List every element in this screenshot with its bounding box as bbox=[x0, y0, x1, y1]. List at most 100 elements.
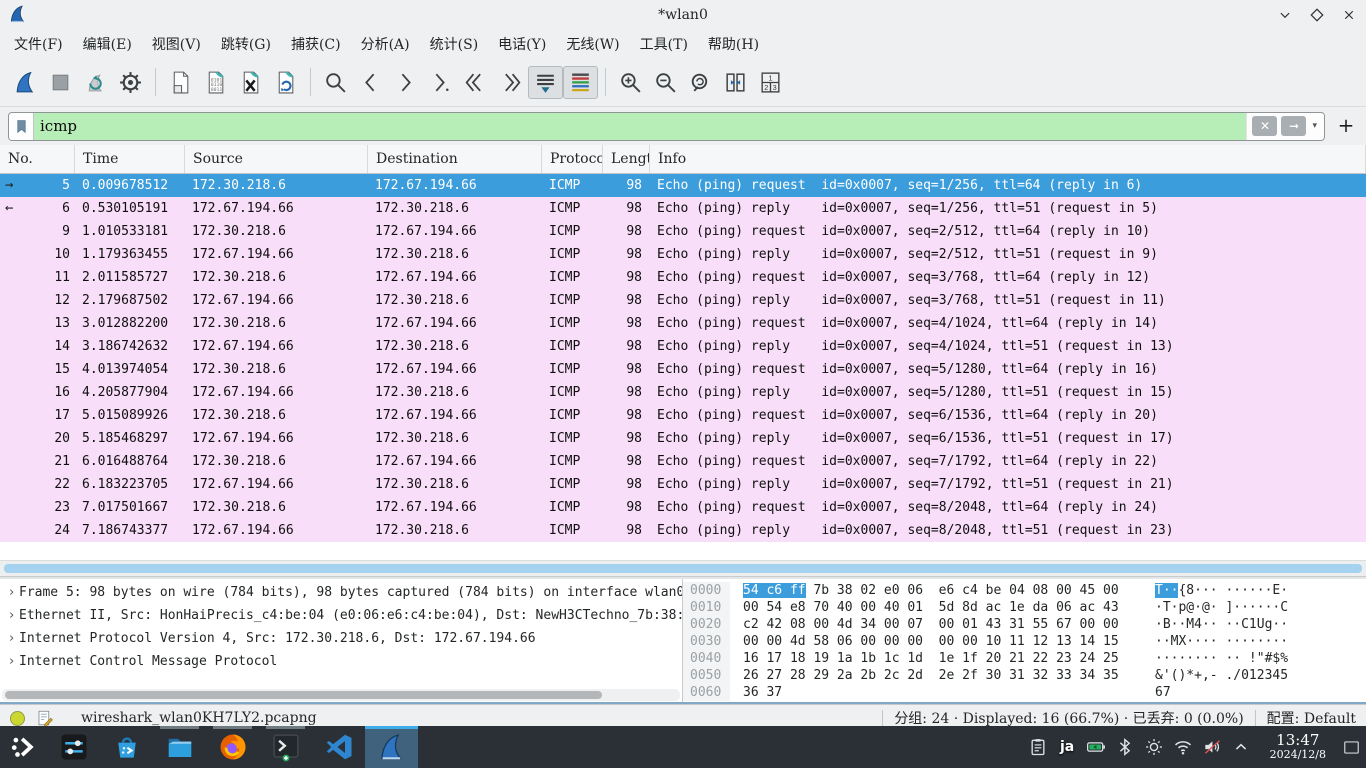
filter-bookmark-icon[interactable] bbox=[9, 113, 34, 140]
hex-bytes[interactable]: 26 27 28 29 2a 2b 2c 2d 2e 2f 30 31 32 3… bbox=[743, 667, 1131, 684]
system-settings-button[interactable] bbox=[47, 726, 100, 768]
hex-ascii[interactable]: T··{8··· ······E· bbox=[1155, 582, 1288, 599]
hex-ascii[interactable]: ·B··M4·· ··C1Ug·· bbox=[1155, 616, 1288, 633]
expander-icon[interactable]: › bbox=[4, 627, 19, 650]
hex-row[interactable]: 004016 17 18 19 1a 1b 1c 1d 1e 1f 20 21 … bbox=[683, 650, 1366, 667]
close-button[interactable] bbox=[1340, 6, 1358, 24]
hex-row[interactable]: 005026 27 28 29 2a 2b 2c 2d 2e 2f 30 31 … bbox=[683, 667, 1366, 684]
go-back-button[interactable] bbox=[353, 66, 388, 99]
clipboard-tray[interactable] bbox=[1024, 726, 1053, 768]
column-header-source[interactable]: Source bbox=[185, 145, 368, 173]
menu-item-y[interactable]: 电话(Y) bbox=[488, 31, 556, 57]
detail-tree-row[interactable]: ›Ethernet II, Src: HonHaiPrecis_c4:be:04… bbox=[0, 604, 682, 627]
discover-store-button[interactable] bbox=[100, 726, 153, 768]
expert-info-button[interactable] bbox=[10, 711, 25, 726]
tray-expander[interactable] bbox=[1227, 726, 1256, 768]
packet-row[interactable]: 91.010533181172.30.218.6172.67.194.66ICM… bbox=[0, 220, 1366, 243]
profile-label[interactable]: 配置: Default bbox=[1267, 708, 1356, 728]
hex-ascii[interactable]: ·T·p@·@· ]······C bbox=[1155, 599, 1288, 616]
hex-ascii[interactable]: ··MX···· ········ bbox=[1155, 633, 1288, 650]
menu-item-t[interactable]: 工具(T) bbox=[630, 31, 698, 57]
hex-ascii[interactable]: 67 bbox=[1155, 684, 1171, 701]
column-header-protocol[interactable]: Protocol bbox=[542, 145, 603, 173]
volume-tray[interactable] bbox=[1198, 726, 1227, 768]
start-capture-button[interactable] bbox=[8, 66, 43, 99]
column-header-length[interactable]: Length bbox=[603, 145, 650, 173]
hex-row[interactable]: 000054 c6 ff 7b 38 02 e0 06 e6 c4 be 04 … bbox=[683, 582, 1366, 599]
packet-row[interactable]: 133.012882200172.30.218.6172.67.194.66IC… bbox=[0, 312, 1366, 335]
first-packet-button[interactable] bbox=[458, 66, 493, 99]
hex-row[interactable]: 006036 3767 bbox=[683, 684, 1366, 701]
brightness-tray[interactable] bbox=[1140, 726, 1169, 768]
auto-scroll-button[interactable] bbox=[528, 66, 563, 99]
bluetooth-tray[interactable] bbox=[1111, 726, 1140, 768]
hex-bytes[interactable]: 54 c6 ff 7b 38 02 e0 06 e6 c4 be 04 08 0… bbox=[743, 582, 1131, 599]
find-packet-button[interactable] bbox=[318, 66, 353, 99]
hex-ascii[interactable]: ········ ·· !"#$% bbox=[1155, 650, 1288, 667]
expander-icon[interactable]: › bbox=[4, 650, 19, 673]
input-method-badge[interactable]: ja bbox=[1053, 726, 1082, 768]
column-header-time[interactable]: Time bbox=[75, 145, 185, 173]
hex-bytes[interactable]: 16 17 18 19 1a 1b 1c 1d 1e 1f 20 21 22 2… bbox=[743, 650, 1131, 667]
vscode-button[interactable] bbox=[312, 726, 365, 768]
menu-item-e[interactable]: 编辑(E) bbox=[73, 31, 142, 57]
zoom-in-button[interactable] bbox=[613, 66, 648, 99]
menu-item-s[interactable]: 统计(S) bbox=[420, 31, 489, 57]
packet-list-hscrollbar[interactable] bbox=[0, 560, 1366, 576]
resize-columns-button[interactable] bbox=[718, 66, 753, 99]
app-launcher-button[interactable] bbox=[0, 726, 47, 768]
filter-add-button[interactable]: + bbox=[1334, 114, 1358, 138]
hex-bytes[interactable]: 00 00 4d 58 06 00 00 00 00 00 10 11 12 1… bbox=[743, 633, 1131, 650]
go-to-packet-button[interactable] bbox=[423, 66, 458, 99]
capture-comment-icon[interactable] bbox=[36, 709, 54, 727]
packet-row[interactable]: 112.011585727172.30.218.6172.67.194.66IC… bbox=[0, 266, 1366, 289]
display-filter-input[interactable] bbox=[34, 113, 1246, 140]
filter-apply-button[interactable]: ➞ bbox=[1281, 116, 1306, 136]
menu-item-f[interactable]: 文件(F) bbox=[4, 31, 73, 57]
hex-bytes[interactable]: c2 42 08 00 4d 34 00 07 00 01 43 31 55 6… bbox=[743, 616, 1131, 633]
filter-dropdown-caret-icon[interactable]: ▾ bbox=[1310, 121, 1319, 131]
hex-bytes[interactable]: 36 37 bbox=[743, 684, 1131, 701]
packet-row[interactable]: 237.017501667172.30.218.6172.67.194.66IC… bbox=[0, 496, 1366, 519]
packet-row[interactable]: 164.205877904172.67.194.66172.30.218.6IC… bbox=[0, 381, 1366, 404]
save-file-button[interactable]: 010101100011 bbox=[198, 66, 233, 99]
packet-row[interactable]: 101.179363455172.67.194.66172.30.218.6IC… bbox=[0, 243, 1366, 266]
restart-capture-button[interactable] bbox=[78, 66, 113, 99]
battery-tray[interactable] bbox=[1082, 726, 1111, 768]
hex-row[interactable]: 003000 00 4d 58 06 00 00 00 00 00 10 11 … bbox=[683, 633, 1366, 650]
hex-ascii[interactable]: &'()*+,- ./012345 bbox=[1155, 667, 1288, 684]
packet-row[interactable]: 122.179687502172.67.194.66172.30.218.6IC… bbox=[0, 289, 1366, 312]
display-filter-field[interactable]: ✕ ➞ ▾ bbox=[8, 112, 1325, 141]
hex-row[interactable]: 001000 54 e8 70 40 00 40 01 5d 8d ac 1e … bbox=[683, 599, 1366, 616]
detail-tree-row[interactable]: ›Internet Control Message Protocol bbox=[0, 650, 682, 673]
menu-item-h[interactable]: 帮助(H) bbox=[698, 31, 769, 57]
menu-item-c[interactable]: 捕获(C) bbox=[281, 31, 351, 57]
colorize-button[interactable] bbox=[563, 66, 598, 99]
hex-bytes[interactable]: 00 54 e8 70 40 00 40 01 5d 8d ac 1e da 0… bbox=[743, 599, 1131, 616]
maximize-button[interactable] bbox=[1308, 6, 1326, 24]
close-file-button[interactable] bbox=[233, 66, 268, 99]
menu-item-a[interactable]: 分析(A) bbox=[351, 31, 420, 57]
packet-row[interactable]: 226.183223705172.67.194.66172.30.218.6IC… bbox=[0, 473, 1366, 496]
packet-row[interactable]: 205.185468297172.67.194.66172.30.218.6IC… bbox=[0, 427, 1366, 450]
expander-icon[interactable]: › bbox=[4, 604, 19, 627]
terminal-button[interactable] bbox=[259, 726, 312, 768]
menu-item-v[interactable]: 视图(V) bbox=[142, 31, 211, 57]
reload-file-button[interactable] bbox=[268, 66, 303, 99]
firefox-browser-button[interactable] bbox=[206, 726, 259, 768]
last-packet-button[interactable] bbox=[493, 66, 528, 99]
hex-row[interactable]: 0020c2 42 08 00 4d 34 00 07 00 01 43 31 … bbox=[683, 616, 1366, 633]
detail-tree-row[interactable]: ›Internet Protocol Version 4, Src: 172.3… bbox=[0, 627, 682, 650]
packet-row[interactable]: 154.013974054172.30.218.6172.67.194.66IC… bbox=[0, 358, 1366, 381]
show-desktop-button[interactable] bbox=[1336, 726, 1366, 768]
packet-row[interactable]: 247.186743377172.67.194.66172.30.218.6IC… bbox=[0, 519, 1366, 542]
zoom-out-button[interactable] bbox=[648, 66, 683, 99]
packet-row[interactable]: ←60.530105191172.67.194.66172.30.218.6IC… bbox=[0, 197, 1366, 220]
column-header-destination[interactable]: Destination bbox=[368, 145, 542, 173]
packet-row[interactable]: 216.016488764172.30.218.6172.67.194.66IC… bbox=[0, 450, 1366, 473]
zoom-reset-button[interactable] bbox=[683, 66, 718, 99]
detail-tree-row[interactable]: ›Frame 5: 98 bytes on wire (784 bits), 9… bbox=[0, 581, 682, 604]
capture-options-button[interactable] bbox=[113, 66, 148, 99]
packet-row[interactable]: 143.186742632172.67.194.66172.30.218.6IC… bbox=[0, 335, 1366, 358]
packet-row[interactable]: 175.015089926172.30.218.6172.67.194.66IC… bbox=[0, 404, 1366, 427]
